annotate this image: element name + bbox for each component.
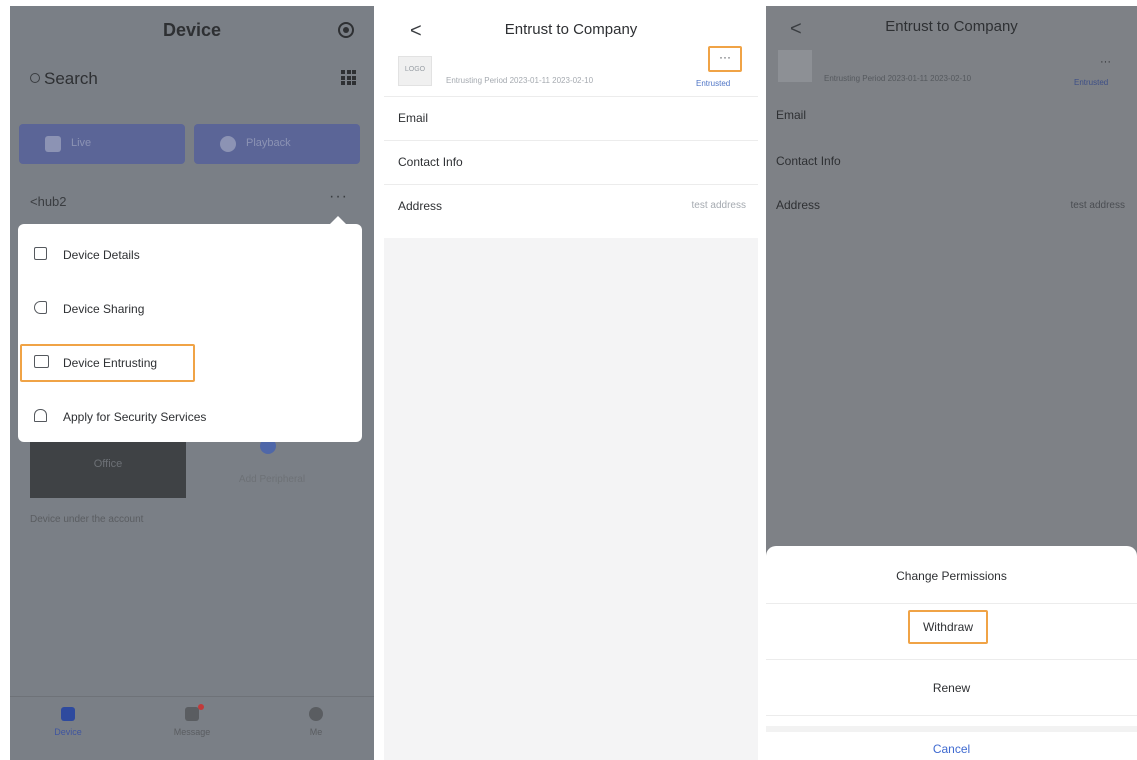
info-row-email: Email — [384, 96, 758, 140]
tab-label: Me — [309, 727, 323, 737]
device-list-screen: Device Live Playback <hub2 ··· Office Ad… — [10, 6, 374, 760]
withdraw-button[interactable]: Withdraw — [908, 610, 988, 644]
bottom-tab-bar: Device Message Me — [10, 696, 374, 760]
logo-text: LOGO — [404, 66, 426, 73]
more-options-button[interactable]: ··· — [708, 46, 742, 72]
device-tile-office[interactable]: Office — [30, 438, 186, 498]
account-device-note: Device under the account — [30, 514, 144, 525]
search-input[interactable] — [44, 68, 304, 90]
live-button-label: Live — [71, 137, 92, 149]
info-row-address: Address test address — [384, 184, 758, 228]
page-title: Device — [162, 20, 222, 40]
tab-message[interactable]: Message — [142, 704, 242, 737]
entrust-actions-screen: < Entrust to Company Entrusting Period 2… — [766, 6, 1137, 760]
message-tab-icon — [185, 707, 199, 721]
tab-label: Message — [173, 727, 211, 737]
tab-device[interactable]: Device — [18, 707, 118, 737]
bookmark-icon — [34, 247, 47, 260]
entrusting-period: Entrusting Period 2023-01-11 2023-02-10 — [446, 76, 594, 85]
info-row-contact: Contact Info — [384, 140, 758, 184]
menu-item-label: Apply for Security Services — [63, 410, 207, 424]
playback-button[interactable]: Playback — [194, 124, 360, 164]
page-title: Entrust to Company — [504, 21, 638, 38]
change-permissions-button[interactable]: Change Permissions — [766, 548, 1137, 604]
status-badge: Entrusted — [696, 79, 731, 88]
screenshot-stage: Device Live Playback <hub2 ··· Office Ad… — [0, 0, 1137, 760]
page-title: Entrust to Company — [885, 18, 1018, 35]
settings-icon[interactable] — [338, 22, 354, 38]
device-tab-icon — [61, 707, 75, 721]
add-peripheral-tile[interactable]: Add Peripheral — [194, 438, 350, 498]
tab-me[interactable]: Me — [266, 707, 366, 737]
action-sheet: Change Permissions Withdraw Renew Cancel — [766, 546, 1137, 760]
more-options-icon[interactable]: ··· — [329, 188, 348, 206]
notification-badge — [198, 704, 204, 710]
company-logo: LOGO — [398, 56, 432, 86]
row-value: test address — [691, 200, 746, 211]
tab-label: Device — [54, 727, 82, 737]
device-tile-label: Office — [93, 458, 123, 470]
menu-item-label: Device Sharing — [63, 302, 145, 316]
menu-item-device-details[interactable]: Device Details — [18, 234, 362, 274]
highlight-box — [20, 344, 195, 382]
row-label-email: Email — [776, 108, 807, 122]
menu-item-label: Device Details — [63, 248, 140, 262]
grid-view-icon[interactable] — [341, 70, 356, 85]
row-value-address: test address — [1070, 200, 1125, 211]
entrusting-period: Entrusting Period 2023-01-11 2023-02-10 — [824, 74, 972, 83]
playback-icon — [220, 136, 236, 152]
playback-button-label: Playback — [246, 137, 291, 149]
device-options-menu: Device Details Device Sharing Device Ent… — [18, 216, 362, 442]
bell-icon — [34, 409, 47, 422]
share-icon — [34, 301, 47, 314]
row-label-contact: Contact Info — [776, 154, 841, 168]
menu-item-device-sharing[interactable]: Device Sharing — [18, 288, 362, 328]
add-peripheral-label: Add Peripheral — [238, 474, 306, 485]
search-icon — [30, 73, 40, 83]
row-label: Email — [398, 111, 429, 125]
cancel-button[interactable]: Cancel — [766, 726, 1137, 760]
row-label: Contact Info — [398, 155, 463, 169]
status-badge: Entrusted — [1074, 78, 1109, 87]
menu-item-apply-security[interactable]: Apply for Security Services — [18, 396, 362, 436]
live-button[interactable]: Live — [19, 124, 185, 164]
company-logo — [778, 50, 812, 82]
device-group-name[interactable]: <hub2 — [30, 194, 67, 209]
entrust-details-screen: < Entrust to Company LOGO Entrusting Per… — [384, 6, 758, 760]
more-options-icon[interactable]: ··· — [1100, 56, 1111, 68]
live-icon — [45, 136, 61, 152]
row-label-address: Address — [776, 198, 821, 212]
renew-button[interactable]: Renew — [766, 660, 1137, 716]
row-label: Address — [398, 199, 443, 213]
me-tab-icon — [309, 707, 323, 721]
